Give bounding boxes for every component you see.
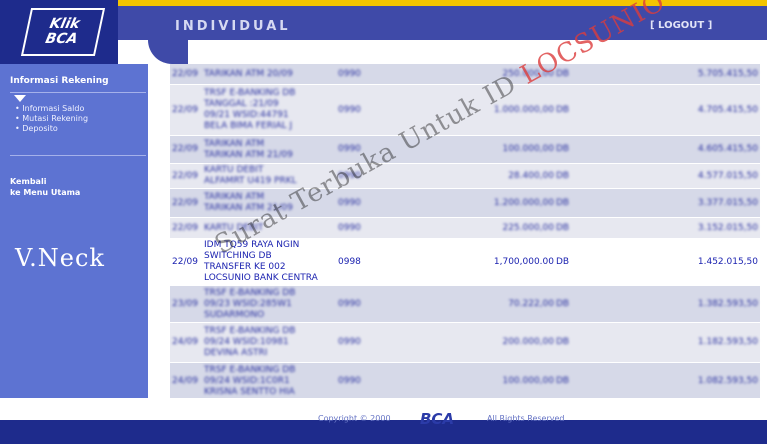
cell-type: DB <box>556 198 570 208</box>
sidebar: Informasi Rekening Informasi Saldo Mutas… <box>0 64 148 398</box>
description-line: 09/24 WSID:10981 <box>204 337 289 347</box>
logout-link[interactable]: [ LOGOUT ] <box>650 20 712 31</box>
cell-balance: 5.705.415,50 <box>697 69 758 79</box>
description-line: 09/23 WSID:285W1 <box>204 299 292 309</box>
table-row: 24/09 0990 200.000,00 DB 1.182.593,50 TRSF E-… <box>170 323 760 363</box>
description-line: LOCSUNIO BANK CENTRA <box>204 273 318 283</box>
description-line: TARIKAN ATM 21/09 <box>204 150 293 160</box>
sidebar-item-deposito[interactable]: Deposito <box>15 124 88 134</box>
cell-amount: 225.000,00 <box>502 223 554 233</box>
cell-balance: 1.382.593,50 <box>697 299 758 309</box>
cell-type: DB <box>556 257 570 267</box>
cell-date: 22/09 <box>172 144 198 154</box>
description-line: SUDARMONO <box>204 310 265 320</box>
cell-amount: 28.400,00 <box>508 171 554 181</box>
description-line: TRSF E-BANKING DB <box>204 326 296 336</box>
cell-type: DB <box>556 223 570 233</box>
description-line: 09/21 WSID:44791 <box>204 110 289 120</box>
cell-balance: 3.377.015,50 <box>697 198 758 208</box>
sidebar-divider <box>10 92 146 93</box>
page-title: INDIVIDUAL <box>175 19 291 34</box>
table-row: 23/09 0990 70.222,00 DB 1.382.593,50 TRSF E-B… <box>170 286 760 323</box>
copyright-text: Copyright © 2000 <box>318 414 391 423</box>
table-row: 22/09 0998 1,700,000.00 DB 1.452.015,50 IDM T… <box>170 239 760 286</box>
footer-bca-logo: BCA <box>420 410 455 428</box>
cell-description: TRSF E-BANKING DB 09/23 WSID:285W1 SUDARMO… <box>204 288 335 324</box>
cell-date: 22/09 <box>172 223 198 233</box>
sidebar-heading[interactable]: Informasi Rekening <box>10 76 109 86</box>
sidebar-item-mutasi-rekening[interactable]: Mutasi Rekening <box>15 114 88 124</box>
cell-branch-code: 0990 <box>338 198 361 208</box>
description-line: TRANSFER KE 002 <box>204 262 286 272</box>
sidebar-menu: Informasi Saldo Mutasi Rekening Deposito <box>15 104 88 134</box>
cell-description: TRSF E-BANKING DB 09/24 WSID:1C0R1 KRISNA … <box>204 365 335 401</box>
rights-text: All Rights Reserved <box>487 414 565 423</box>
description-line: TARIKAN ATM 20/09 <box>204 69 293 79</box>
cell-date: 22/09 <box>172 69 198 79</box>
cell-type: DB <box>556 299 570 309</box>
cell-date: 22/09 <box>172 171 198 181</box>
cell-amount: 1.200.000,00 <box>493 198 554 208</box>
cell-balance: 4.577.015,50 <box>697 171 758 181</box>
cell-balance: 4.705.415,50 <box>697 105 758 115</box>
description-line: TRSF E-BANKING DB <box>204 365 296 375</box>
table-row: 22/09 0990 250.000,00 DB 5.705.415,50 TARIKAN… <box>170 64 760 85</box>
table-row: 22/09 0990 100.000,00 DB 4.605.415,50 TARIKAN… <box>170 136 760 164</box>
description-line: TANGGAL :21/09 <box>204 99 279 109</box>
cell-amount: 1,700,000.00 <box>493 257 554 267</box>
sidebar-item-informasi-saldo[interactable]: Informasi Saldo <box>15 104 88 114</box>
cell-date: 22/09 <box>172 105 198 115</box>
cell-balance: 1.452.015,50 <box>697 257 758 267</box>
cell-branch-code: 0990 <box>338 69 361 79</box>
footer-bar <box>0 420 767 444</box>
cell-branch-code: 0990 <box>338 299 361 309</box>
cell-balance: 1.082.593,50 <box>697 376 758 386</box>
cell-type: DB <box>556 171 570 181</box>
table-row: 22/09 0990 28.400,00 DB 4.577.015,50 KARTU DE… <box>170 164 760 189</box>
description-line: TRSF E-BANKING DB <box>204 288 296 298</box>
cell-balance: 3.152.015,50 <box>697 223 758 233</box>
description-line: TARIKAN ATM <box>204 139 265 149</box>
description-line: KRISNA SENTTO HIA <box>204 387 295 397</box>
description-line: DEVINA ASTRI <box>204 348 268 358</box>
description-line: 09/24 WSID:1C0R1 <box>204 376 290 386</box>
cell-type: DB <box>556 105 570 115</box>
description-line: BELA BIMA FERIAL J <box>204 121 293 131</box>
cell-branch-code: 0990 <box>338 376 361 386</box>
cell-branch-code: 0998 <box>338 257 361 267</box>
cell-balance: 1.182.593,50 <box>697 337 758 347</box>
cell-type: DB <box>556 144 570 154</box>
cell-type: DB <box>556 337 570 347</box>
cell-date: 22/09 <box>172 198 198 208</box>
cell-type: DB <box>556 376 570 386</box>
overlay-text: V.Neck <box>15 244 105 272</box>
klikbca-logo[interactable]: Klik BCA <box>0 0 118 64</box>
cell-description: TRSF E-BANKING DB TANGGAL :21/09 09/21 WSI… <box>204 88 335 138</box>
cell-date: 24/09 <box>172 337 198 347</box>
back-to-main-menu-link[interactable]: Kembali ke Menu Utama <box>10 176 80 198</box>
cell-description: TARIKAN ATM TARIKAN ATM 21/09 <box>204 139 335 166</box>
logo-mark: Klik BCA <box>20 8 106 56</box>
triangle-down-icon <box>14 95 26 102</box>
table-row: 24/09 0990 100.000,00 DB 1.082.593,50 TRSF E-… <box>170 363 760 400</box>
cell-branch-code: 0990 <box>338 105 361 115</box>
cell-balance: 4.605.415,50 <box>697 144 758 154</box>
cell-amount: 70.222,00 <box>508 299 554 309</box>
cell-amount: 100.000,00 <box>502 376 554 386</box>
cell-description: TRSF E-BANKING DB 09/24 WSID:10981 DEVINA … <box>204 326 335 365</box>
content-top-area <box>148 40 767 66</box>
sidebar-divider <box>10 155 146 156</box>
cell-branch-code: 0990 <box>338 223 361 233</box>
cell-date: 23/09 <box>172 299 198 309</box>
description-line: TRSF E-BANKING DB <box>204 88 296 98</box>
cell-date: 22/09 <box>172 257 198 267</box>
cell-date: 24/09 <box>172 376 198 386</box>
cell-amount: 200.000,00 <box>502 337 554 347</box>
cell-branch-code: 0990 <box>338 337 361 347</box>
